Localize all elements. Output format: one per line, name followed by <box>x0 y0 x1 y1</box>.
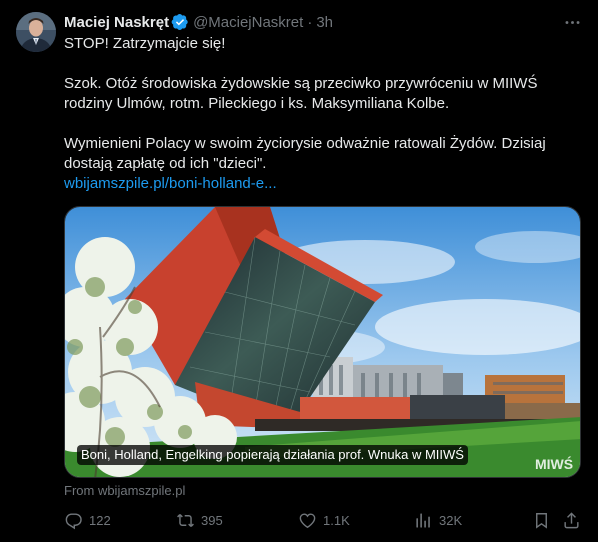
verified-badge-icon <box>171 13 189 31</box>
views-button[interactable]: 32K <box>414 508 462 532</box>
reply-count: 122 <box>89 512 111 528</box>
card-caption: Boni, Holland, Engelking popierają dział… <box>77 445 468 465</box>
card-image: MIWŚ <box>65 207 580 477</box>
avatar[interactable] <box>16 12 56 52</box>
reply-button[interactable]: 122 <box>64 508 111 532</box>
tweet-line-1: STOP! Zatrzymajcie się! <box>64 35 226 52</box>
views-count: 32K <box>439 512 463 528</box>
tweet-line-3: Wymienieni Polacy w swoim życiorysie odw… <box>64 135 546 172</box>
link-card[interactable]: MIWŚ Boni, Holland, Engelking popierają … <box>64 206 581 478</box>
views-icon <box>416 512 430 528</box>
bookmark-icon <box>536 512 547 529</box>
tweet-line-2: Szok. Otóż środowiska żydowskie są przec… <box>64 75 538 112</box>
tweet-header: Maciej Naskręt @MaciejNaskret · 3h <box>64 12 333 32</box>
like-button[interactable]: 1.1K <box>298 508 350 532</box>
tweet-link[interactable]: wbijamszpile.pl/boni-holland-e... <box>64 175 277 192</box>
repost-icon <box>177 513 194 527</box>
bookmark-button[interactable] <box>532 508 551 532</box>
card-watermark: MIWŚ <box>535 455 573 472</box>
more-options-icon[interactable] <box>560 12 584 32</box>
timestamp[interactable]: 3h <box>316 14 333 31</box>
repost-button[interactable]: 395 <box>176 508 223 532</box>
reply-icon <box>65 512 82 529</box>
author-name[interactable]: Maciej Naskręt <box>64 14 169 31</box>
action-bar: 122 395 1.1K 32K <box>64 508 584 532</box>
repost-count: 395 <box>201 512 223 528</box>
tweet: Maciej Naskręt @MaciejNaskret · 3h STOP!… <box>0 0 598 542</box>
heart-icon <box>299 512 316 528</box>
card-source[interactable]: From wbijamszpile.pl <box>64 483 185 498</box>
author-handle[interactable]: @MaciejNaskret <box>193 14 303 31</box>
avatar-image <box>16 12 56 52</box>
tweet-text: STOP! Zatrzymajcie się! Szok. Otóż środo… <box>64 34 580 194</box>
like-count: 1.1K <box>323 512 350 528</box>
share-button[interactable] <box>562 508 581 532</box>
share-icon <box>564 511 579 528</box>
separator-dot: · <box>307 13 313 31</box>
